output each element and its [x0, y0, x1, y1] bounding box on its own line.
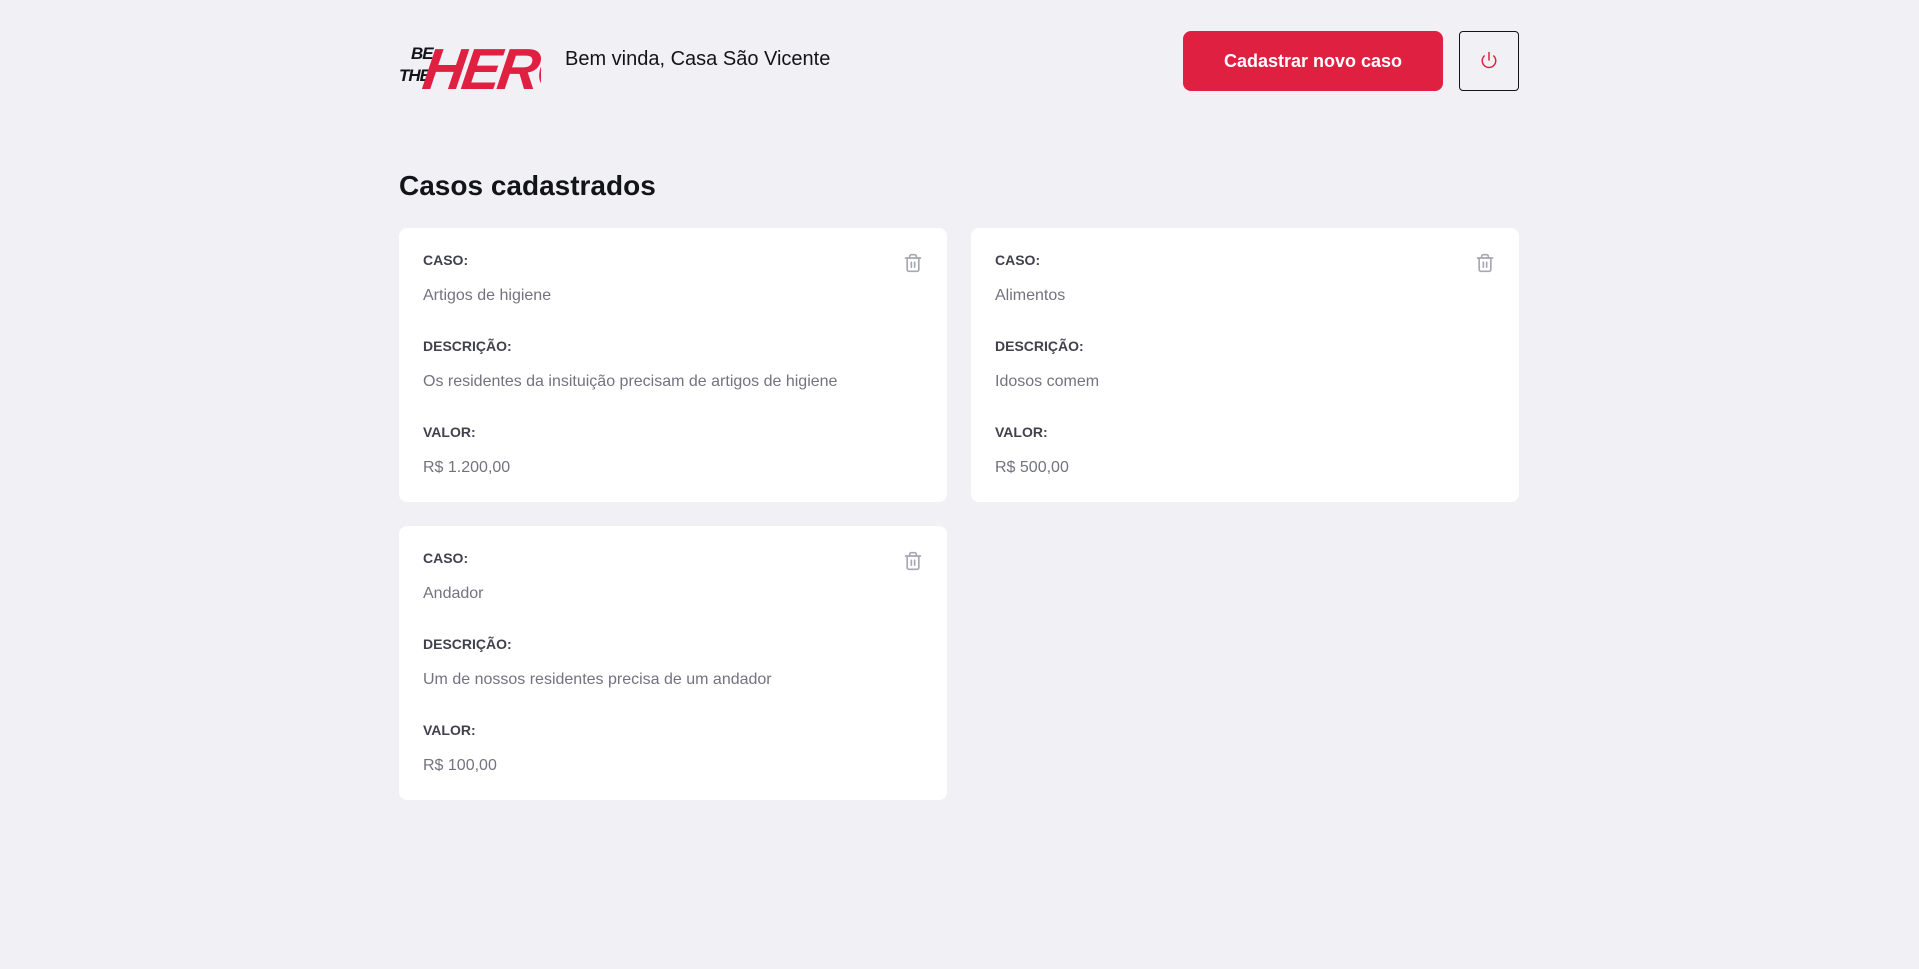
trash-icon [903, 253, 923, 277]
description-label: DESCRIÇÃO: [995, 338, 1084, 354]
svg-text:HERO: HERO [419, 37, 541, 91]
header: BE THE HERO Bem vinda, Casa São Vicente … [399, 31, 1519, 91]
case-description: Os residentes da insituição precisam de … [423, 373, 838, 390]
logout-button[interactable] [1459, 31, 1519, 91]
be-the-hero-logo: BE THE HERO [399, 31, 541, 91]
case-label: CASO: [423, 252, 469, 268]
case-description: Um de nossos residentes precisa de um an… [423, 671, 772, 688]
case-title: Alimentos [995, 287, 1066, 304]
trash-icon [903, 551, 923, 575]
page-title: Casos cadastrados [399, 170, 656, 201]
delete-case-button[interactable] [1475, 252, 1495, 274]
case-title: Andador [423, 585, 484, 602]
case-card: CASO: Alimentos DESCRIÇÃO: Idosos comem … [971, 228, 1519, 502]
case-label: CASO: [995, 252, 1041, 268]
description-label: DESCRIÇÃO: [423, 636, 512, 652]
value-label: VALOR: [995, 424, 1048, 440]
value-label: VALOR: [423, 722, 476, 738]
case-value: R$ 500,00 [995, 459, 1069, 476]
power-icon [1480, 51, 1498, 72]
new-case-button[interactable]: Cadastrar novo caso [1183, 31, 1443, 91]
welcome-message: Bem vinda, Casa São Vicente [565, 48, 831, 70]
case-description: Idosos comem [995, 373, 1100, 390]
value-label: VALOR: [423, 424, 476, 440]
delete-case-button[interactable] [903, 550, 923, 572]
trash-icon [1475, 253, 1495, 277]
case-label: CASO: [423, 550, 469, 566]
case-value: R$ 100,00 [423, 757, 497, 774]
delete-case-button[interactable] [903, 252, 923, 274]
case-title: Artigos de higiene [423, 287, 552, 304]
case-value: R$ 1.200,00 [423, 459, 511, 476]
case-card: CASO: Artigos de higiene DESCRIÇÃO: Os r… [399, 228, 947, 502]
description-label: DESCRIÇÃO: [423, 338, 512, 354]
case-card: CASO: Andador DESCRIÇÃO: Um de nossos re… [399, 526, 947, 800]
